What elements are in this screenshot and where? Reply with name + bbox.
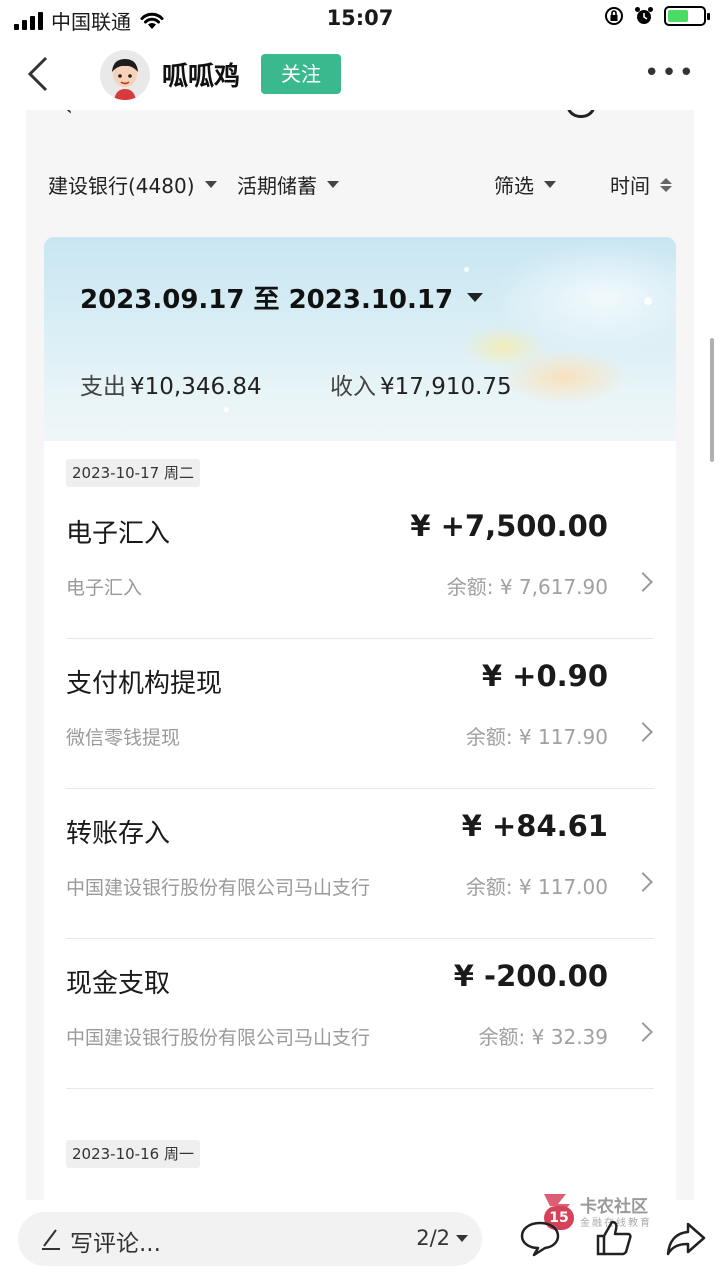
- alarm-icon: [635, 7, 653, 24]
- transaction-row[interactable]: 转账存入 ¥ +84.61 中国建设银行股份有限公司马山支行 余额: ¥ 117…: [66, 789, 654, 939]
- snow-decoration: [644, 297, 652, 305]
- battery-icon: [664, 6, 710, 26]
- more-icon[interactable]: •••: [644, 58, 696, 88]
- transaction-amount: ¥ +7,500.00: [410, 509, 608, 543]
- sort-icon: [660, 177, 672, 192]
- income-summary: 收入 ¥17,910.75: [330, 367, 512, 401]
- status-right: [604, 6, 710, 26]
- date-range-label: 2023.09.17 至 2023.10.17: [80, 285, 454, 315]
- like-icon[interactable]: [592, 1216, 636, 1260]
- page-indicator-label: 2/2: [416, 1226, 450, 1250]
- comment-input[interactable]: 写评论... 2/2: [18, 1212, 482, 1266]
- account-filter-label: 建设银行(4480): [48, 174, 195, 198]
- page-indicator[interactable]: 2/2: [416, 1226, 468, 1250]
- time-sort[interactable]: 时间: [610, 170, 672, 199]
- expense-label: 支出: [80, 374, 126, 400]
- share-icon[interactable]: [664, 1216, 708, 1260]
- back-icon[interactable]: [22, 54, 58, 94]
- transaction-balance: 余额: ¥ 7,617.90: [446, 575, 608, 599]
- divider: [66, 1088, 654, 1089]
- transaction-title: 现金支取: [66, 969, 171, 999]
- transaction-row[interactable]: 电子汇入 ¥ +7,500.00 电子汇入 余额: ¥ 7,617.90: [66, 489, 654, 639]
- transaction-description: 中国建设银行股份有限公司马山支行: [66, 877, 371, 899]
- type-filter[interactable]: 活期储蓄: [237, 170, 339, 199]
- cropped-back-icon: ‹: [64, 110, 73, 121]
- caret-down-icon: [467, 293, 484, 302]
- statement-screenshot: ‹ 建设银行(4480) 活期储蓄 筛选 时间 2023.09.17 至 202: [26, 110, 694, 1200]
- pen-icon: [42, 1229, 60, 1250]
- transaction-description: 中国建设银行股份有限公司马山支行: [66, 1027, 371, 1049]
- transaction-balance: 余额: ¥ 117.90: [465, 725, 608, 749]
- income-value: ¥17,910.75: [380, 374, 512, 400]
- chevron-right-icon: [633, 872, 653, 892]
- comment-placeholder: 写评论...: [70, 1231, 161, 1257]
- expense-value: ¥10,346.84: [130, 374, 262, 400]
- date-range-selector[interactable]: 2023.09.17 至 2023.10.17: [80, 279, 484, 316]
- date-header: 2023-10-17 周二: [66, 459, 200, 487]
- transaction-row[interactable]: 支付机构提现 ¥ +0.90 微信零钱提现 余额: ¥ 117.90: [66, 639, 654, 789]
- summary-banner: 2023.09.17 至 2023.10.17 支出 ¥10,346.84 收入 ¥…: [44, 237, 676, 441]
- screen-filter-label: 筛选: [494, 174, 534, 198]
- transaction-description: 电子汇入: [66, 577, 143, 599]
- chevron-right-icon: [633, 722, 653, 742]
- avatar[interactable]: [100, 50, 150, 100]
- chevron-right-icon: [633, 1022, 653, 1042]
- chevron-right-icon: [633, 572, 653, 592]
- caret-down-icon: [327, 181, 339, 188]
- transaction-balance: 余额: ¥ 117.00: [465, 875, 608, 899]
- income-label: 收入: [330, 374, 376, 400]
- transaction-title: 电子汇入: [66, 519, 171, 549]
- scrollbar-thumb[interactable]: [710, 338, 714, 462]
- comment-icon[interactable]: [518, 1216, 562, 1260]
- snow-decoration: [224, 407, 229, 412]
- avatar-image: [100, 50, 150, 100]
- username[interactable]: 呱呱鸡: [162, 56, 240, 93]
- caret-down-icon: [204, 181, 217, 188]
- follow-button[interactable]: 关注: [261, 54, 341, 94]
- lock-rotation-icon: [605, 7, 623, 25]
- type-filter-label: 活期储蓄: [237, 174, 317, 198]
- transaction-amount: ¥ -200.00: [453, 959, 608, 993]
- expense-summary: 支出 ¥10,346.84: [80, 367, 262, 401]
- date-header: 2023-10-16 周一: [66, 1140, 200, 1168]
- transaction-balance: 余额: ¥ 32.39: [478, 1025, 608, 1049]
- caret-down-icon: [456, 1234, 468, 1242]
- account-filter[interactable]: 建设银行(4480): [48, 170, 217, 199]
- caret-down-icon: [544, 181, 556, 188]
- filter-bar: 建设银行(4480) 活期储蓄 筛选 时间: [26, 160, 694, 206]
- transaction-row[interactable]: 现金支取 ¥ -200.00 中国建设银行股份有限公司马山支行 余额: ¥ 32…: [66, 939, 654, 1089]
- status-bar: 中国联通 15:07: [0, 0, 720, 40]
- transaction-list: 2023-10-17 周二 电子汇入 ¥ +7,500.00 电子汇入 余额: …: [44, 441, 676, 1200]
- cropped-search-icon: [566, 110, 596, 118]
- app-root: 中国联通 15:07 呱呱鸡 关注 ••• ‹: [0, 0, 720, 1280]
- post-header: 呱呱鸡 关注 •••: [0, 40, 720, 110]
- bottom-bar: 写评论... 2/2: [0, 1200, 720, 1280]
- screen-filter[interactable]: 筛选: [494, 170, 556, 199]
- transaction-amount: ¥ +84.61: [461, 809, 608, 843]
- transaction-title: 转账存入: [66, 819, 171, 849]
- transaction-title: 支付机构提现: [66, 669, 223, 699]
- time-sort-label: 时间: [610, 174, 650, 198]
- cropped-top: ‹: [26, 110, 694, 124]
- snow-decoration: [464, 267, 469, 272]
- transaction-amount: ¥ +0.90: [481, 659, 608, 693]
- transaction-description: 微信零钱提现: [66, 727, 181, 749]
